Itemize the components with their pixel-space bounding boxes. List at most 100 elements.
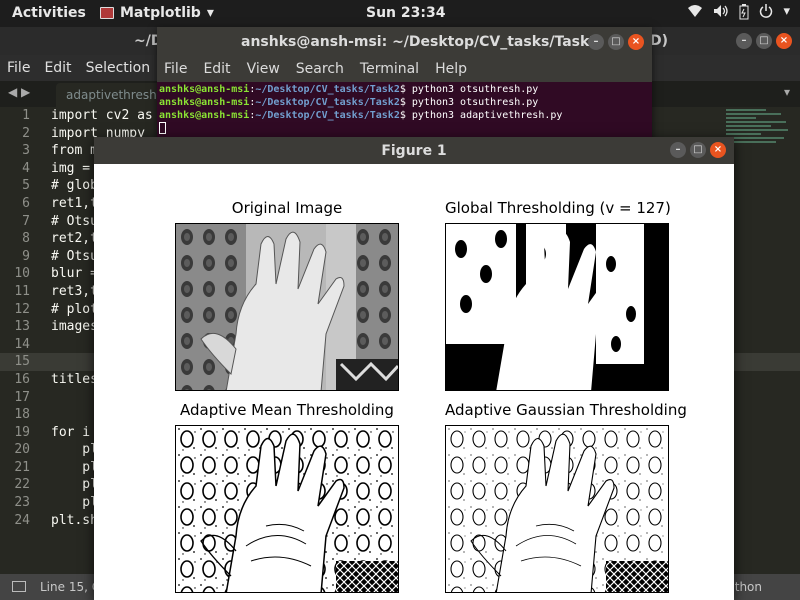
terminal-menubar: File Edit View Search Terminal Help [157,56,652,82]
code-text: pl [51,442,98,458]
figure-title: Figure 1 [381,143,447,159]
activities-button[interactable]: Activities [12,5,86,21]
panel-title-original: Original Image [231,199,343,217]
line-number: 13 [14,319,30,335]
line-number: 4 [22,160,30,176]
app-menu-label: Matplotlib [120,5,201,21]
terminal-output[interactable]: anshks@ansh-msi:~/Desktop/CV_tasks/Task2… [157,82,652,136]
line-number: 7 [22,213,30,229]
line-number: 3 [22,143,30,159]
volume-icon [713,4,729,24]
terminal-menu-file[interactable]: File [164,61,187,77]
maximize-icon[interactable]: □ [608,34,624,50]
code-text: ret3,t [51,283,98,299]
app-menu[interactable]: Matplotlib ▾ [100,5,214,21]
code-text: pl [51,459,98,475]
line-number: 16 [14,371,30,387]
syntax-language[interactable]: thon [735,580,762,594]
clock[interactable]: Sun 23:34 [366,5,445,21]
cursor-position: Line 15, C [40,580,101,594]
system-top-bar: Activities Matplotlib ▾ Sun 23:34 ▾ [0,0,800,27]
panel-title-global: Global Thresholding (v = 127) [445,199,671,217]
minimize-icon[interactable]: – [588,34,604,50]
terminal-menu-help[interactable]: Help [435,61,467,77]
close-icon[interactable]: × [776,33,792,49]
line-number: 14 [14,336,30,352]
code-text: import cv2 as [51,108,153,123]
chevron-down-icon: ▾ [206,5,214,21]
code-text: # Otsu [51,213,98,229]
terminal-line: anshks@ansh-msi:~/Desktop/CV_tasks/Task2… [159,97,539,108]
image-adaptive-gaussian [445,425,669,593]
panel-toggle-icon[interactable] [12,581,26,592]
line-number: 12 [14,301,30,317]
figure-titlebar: Figure 1 – □ × [94,137,734,164]
code-text: ret1,t [51,195,98,211]
terminal-menu-terminal[interactable]: Terminal [360,61,419,77]
editor-title-suffix: D) [650,33,669,49]
line-number: 22 [14,477,30,493]
line-number: 15 [14,354,30,370]
image-adaptive-mean [175,425,399,593]
line-number: 24 [14,512,30,528]
terminal-line [159,122,650,135]
code-text: # plot [51,301,98,317]
code-text: pl [51,495,98,511]
code-text: for i [51,424,91,440]
code-text: titles [51,371,98,387]
line-number: 21 [14,459,30,475]
line-number: 11 [14,283,30,299]
tab-nav-arrows-icon[interactable]: ◀ ▶ [8,85,30,99]
terminal-menu-edit[interactable]: Edit [203,61,230,77]
line-number: 8 [22,231,30,247]
terminal-line: anshks@ansh-msi:~/Desktop/CV_tasks/Task2… [159,110,563,121]
terminal-menu-search[interactable]: Search [296,61,344,77]
line-number: 10 [14,266,30,282]
line-number: 9 [22,248,30,264]
terminal-titlebar: anshks@ansh-msi: ~/Desktop/CV_tasks/Task… [157,27,652,56]
code-text: # Otsu [51,248,98,264]
code-text: from m [51,143,98,159]
image-global-threshold [445,223,669,391]
code-text: img = [51,160,91,176]
menu-selection[interactable]: Selection [86,60,151,76]
menu-file[interactable]: File [7,60,30,76]
tab-list-chevron-icon[interactable]: ▾ [784,85,790,99]
code-text: plt.sh [51,512,98,528]
code-text: ret2,t [51,231,98,247]
terminal-menu-view[interactable]: View [247,61,280,77]
system-tray[interactable]: ▾ [687,4,790,24]
line-number: 20 [14,442,30,458]
figure-window: Figure 1 – □ × Original Image Global Thr… [94,137,734,600]
battery-icon [739,4,749,24]
terminal-window: anshks@ansh-msi: ~/Desktop/CV_tasks/Task… [157,27,652,143]
terminal-title: anshks@ansh-msi: ~/Desktop/CV_tasks/Task… [241,34,600,50]
chevron-down-icon: ▾ [783,4,790,19]
minimize-icon[interactable]: – [670,142,686,158]
maximize-icon[interactable]: □ [690,142,706,158]
code-text: pl [51,477,98,493]
line-number: 23 [14,495,30,511]
panel-title-adaptive-gaussian: Adaptive Gaussian Thresholding [445,401,687,419]
image-original [175,223,399,391]
wifi-icon [687,4,703,24]
code-text: blur = [51,266,98,282]
close-icon[interactable]: × [628,34,644,50]
close-icon[interactable]: × [710,142,726,158]
code-text: # glob [51,178,98,194]
minimize-icon[interactable]: – [736,33,752,49]
terminal-cursor [159,122,166,134]
tab-adaptivethresh[interactable]: adaptivethresh. [56,83,166,107]
line-number: 2 [22,125,30,141]
code-text: images [51,319,98,335]
line-number: 6 [22,195,30,211]
matplotlib-app-icon [100,7,114,19]
line-number: 1 [22,108,30,123]
line-number: 17 [14,389,30,405]
maximize-icon[interactable]: □ [756,33,772,49]
menu-edit[interactable]: Edit [44,60,71,76]
